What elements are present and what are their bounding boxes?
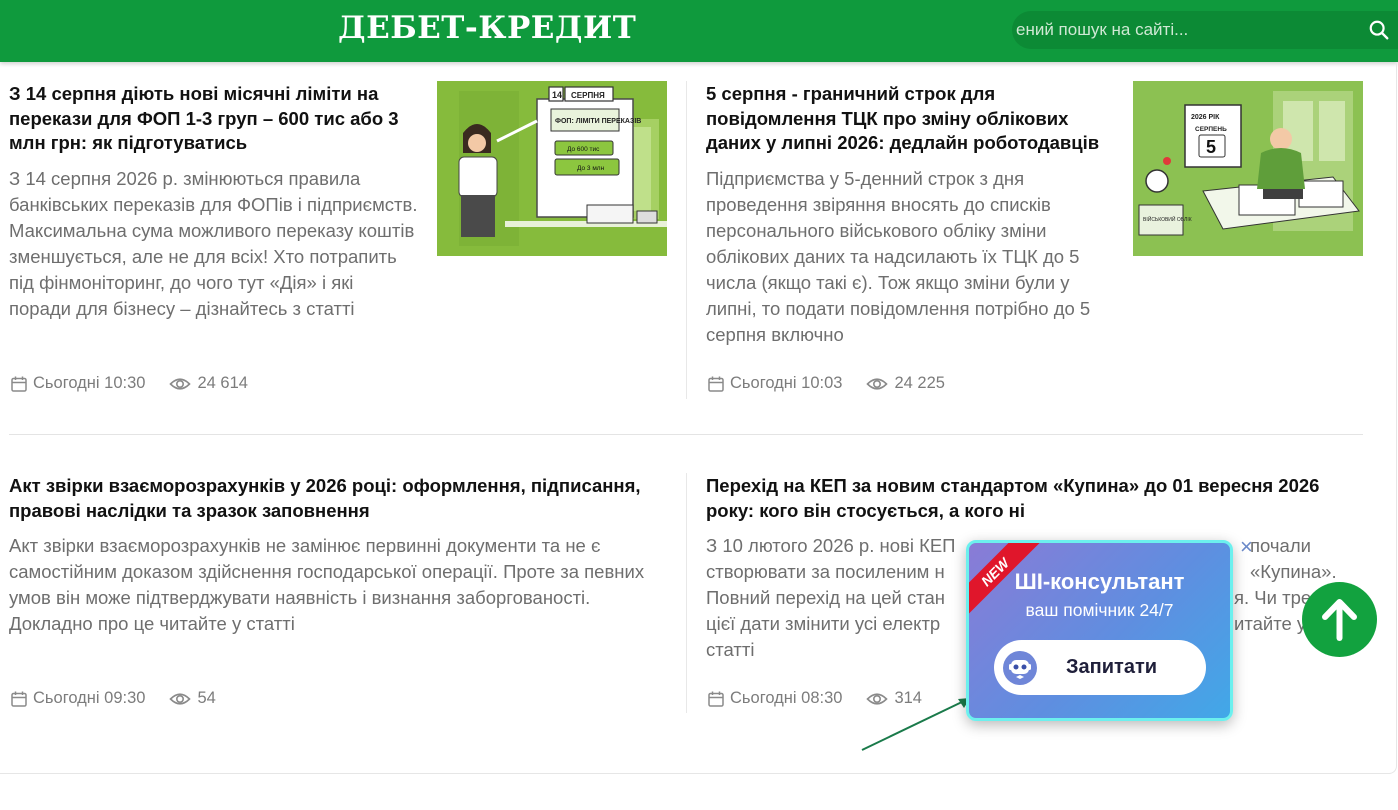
article-date: Сьогодні 10:30 xyxy=(33,374,146,392)
article-card[interactable]: З 14 серпня діють нові місячні ліміти на… xyxy=(9,82,419,322)
robot-icon xyxy=(1003,651,1037,685)
calendar-icon xyxy=(11,376,27,392)
article-meta: Сьогодні 10:30 24 614 xyxy=(10,374,248,393)
calendar-icon xyxy=(708,691,724,707)
calendar-icon xyxy=(11,691,27,707)
article-title[interactable]: Перехід на КЕП за новим стандартом «Купи… xyxy=(706,474,1356,523)
image-month: СЕРПНЯ xyxy=(571,91,605,100)
site-header: ДЕБЕТ-КРЕДИТ xyxy=(0,0,1398,62)
search-input[interactable] xyxy=(1012,11,1352,49)
arrow-up-icon xyxy=(1322,599,1357,641)
excerpt-fragment: итайте у xyxy=(1234,613,1307,634)
excerpt-line: З 10 лютого 2026 р. нові КЕП xyxy=(706,535,956,556)
ask-button[interactable]: Запитати xyxy=(994,640,1206,695)
eye-icon xyxy=(169,692,192,705)
column-divider xyxy=(686,81,687,399)
image-limit2: До 3 млн xyxy=(577,165,605,172)
article-excerpt: Акт звірки взаєморозрахунків не замінює … xyxy=(9,535,645,634)
excerpt-line: цієї дати змінити усі електр xyxy=(706,613,941,634)
image-day: 5 xyxy=(1206,137,1216,157)
ask-button-label: Запитати xyxy=(1066,656,1158,678)
article-views: 24 614 xyxy=(197,374,248,392)
ai-consultant-widget[interactable]: NEW ШІ-консультант ваш помічник 24/7 Зап… xyxy=(966,540,1233,721)
article-excerpt: З 14 серпня 2026 р. змінюються правила б… xyxy=(9,167,418,319)
calendar-icon xyxy=(708,376,724,392)
image-label: ФОП: ЛІМІТИ ПЕРЕКАЗІВ xyxy=(555,118,641,125)
article-card[interactable]: Акт звірки взаєморозрахунків у 2026 році… xyxy=(9,474,669,637)
excerpt-line: статті xyxy=(706,639,755,660)
excerpt-line: створювати за посиленим н xyxy=(706,561,945,582)
article-date: Сьогодні 10:03 xyxy=(730,374,843,392)
widget-subtitle: ваш помічник 24/7 xyxy=(1025,600,1174,620)
article-date: Сьогодні 09:30 xyxy=(33,689,146,707)
widget-title: ШІ-консультант xyxy=(1014,569,1185,594)
article-excerpt: Підприємства у 5-денний строк з дня пров… xyxy=(706,167,1091,345)
column-divider xyxy=(686,473,687,713)
article-title[interactable]: 5 серпня - граничний строк для повідомле… xyxy=(706,82,1116,156)
article-views: 54 xyxy=(197,689,216,707)
image-year: 2026 РІК xyxy=(1191,114,1220,121)
article-image[interactable]: 14 СЕРПНЯ ФОП: ЛІМІТИ ПЕРЕКАЗІВ До 600 т… xyxy=(437,81,667,256)
article-date: Сьогодні 08:30 xyxy=(730,689,843,707)
image-day: 14 xyxy=(552,90,562,100)
article-card[interactable]: 5 серпня - граничний строк для повідомле… xyxy=(706,82,1116,348)
excerpt-fragment: я. Чи тре xyxy=(1234,587,1312,608)
image-limit1: До 600 тис xyxy=(567,146,600,153)
close-icon[interactable]: × xyxy=(1240,536,1253,558)
eye-icon xyxy=(866,377,889,390)
article-views: 24 225 xyxy=(894,374,945,392)
article-meta: Сьогодні 10:03 24 225 xyxy=(707,374,945,393)
pointer-arrow-icon xyxy=(861,698,970,751)
excerpt-fragment: почали xyxy=(1250,535,1311,556)
article-title[interactable]: Акт звірки взаєморозрахунків у 2026 році… xyxy=(9,474,669,523)
excerpt-line: Повний перехід на цей стан xyxy=(706,587,946,608)
site-logo[interactable]: ДЕБЕТ-КРЕДИТ xyxy=(338,10,636,46)
image-month: СЕРПЕНЬ xyxy=(1195,126,1227,133)
search-box xyxy=(1012,11,1398,49)
article-meta: Сьогодні 09:30 54 xyxy=(10,689,216,708)
row-divider xyxy=(9,434,1363,435)
scroll-top-button[interactable] xyxy=(1302,582,1377,657)
image-folder: ВІЙСЬКОВИЙ ОБЛІК xyxy=(1143,215,1192,223)
article-title[interactable]: З 14 серпня діють нові місячні ліміти на… xyxy=(9,82,419,156)
eye-icon xyxy=(169,377,192,390)
article-image[interactable]: 2026 РІК СЕРПЕНЬ 5 ВІЙСЬКОВИЙ ОБЛІК xyxy=(1133,81,1363,256)
search-icon[interactable] xyxy=(1368,19,1390,41)
